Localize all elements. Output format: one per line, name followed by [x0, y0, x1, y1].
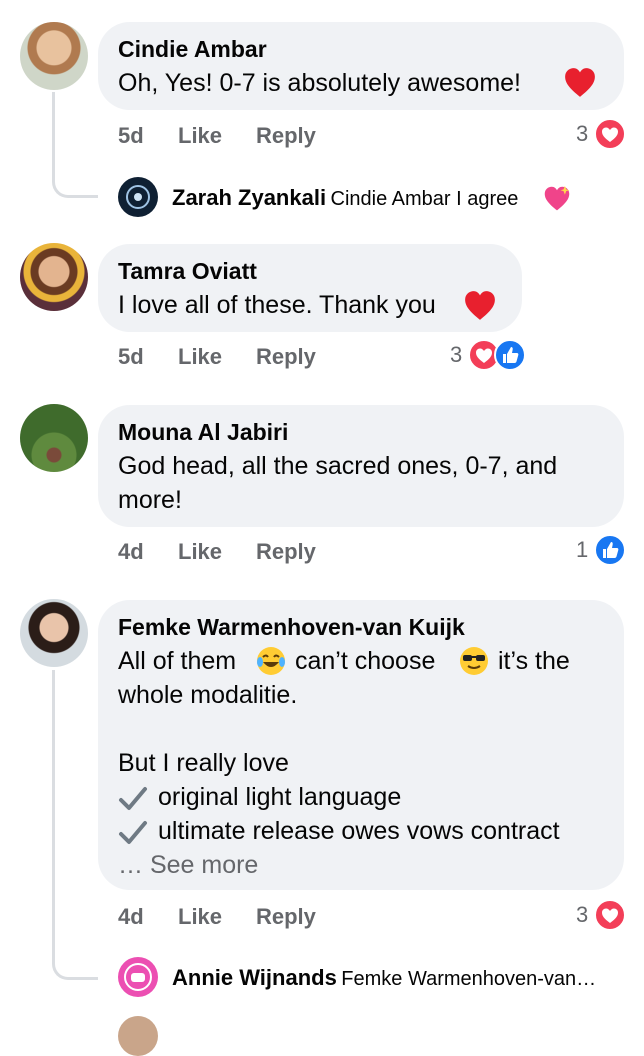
- like-button[interactable]: Like: [178, 344, 222, 370]
- like-reaction-icon[interactable]: [594, 534, 626, 566]
- comment-text: Oh, Yes! 0-7 is absolutely awesome!: [118, 69, 522, 97]
- avatar[interactable]: [20, 243, 88, 311]
- heart-reaction-icon[interactable]: [594, 899, 626, 931]
- comment-author[interactable]: Mouna Al Jabiri: [118, 419, 288, 446]
- comment-text-line-5: ultimate release owes vows contract: [158, 817, 560, 845]
- timestamp: 4d: [118, 539, 144, 564]
- sparkling-heart-emoji: [544, 185, 570, 211]
- comment-author[interactable]: Tamra Oviatt: [118, 258, 257, 285]
- avatar[interactable]: [118, 957, 158, 997]
- timestamp: 5d: [118, 344, 144, 369]
- red-heart-emoji: [465, 291, 495, 320]
- comment-text-line-4: original light language: [158, 783, 402, 811]
- tears-of-joy-emoji: [257, 647, 285, 675]
- reply-text: Cindie Ambar I agree: [330, 188, 519, 210]
- reply-button[interactable]: Reply: [256, 539, 316, 565]
- reaction-count[interactable]: 3: [576, 902, 588, 928]
- thread-line: [52, 92, 98, 198]
- comment-author[interactable]: Cindie Ambar: [118, 36, 267, 63]
- reply-author[interactable]: Annie Wijnands: [172, 965, 337, 990]
- sunglasses-emoji: [460, 647, 488, 675]
- reply-button[interactable]: Reply: [256, 904, 316, 930]
- comment-text-line-2: whole modalitie.: [118, 681, 298, 709]
- check-mark-icon: [119, 787, 147, 810]
- timestamp: 5d: [118, 123, 144, 148]
- reply-button[interactable]: Reply: [256, 123, 316, 149]
- comment-text-line-1b: can’t choose: [295, 647, 436, 675]
- reaction-count[interactable]: 3: [450, 342, 462, 368]
- timestamp: 4d: [118, 904, 144, 929]
- comment-text-line-1a: All of them: [118, 647, 237, 675]
- reply-button[interactable]: Reply: [256, 344, 316, 370]
- check-mark-icon: [119, 821, 147, 844]
- reaction-count[interactable]: 3: [576, 121, 588, 147]
- heart-reaction-icon[interactable]: [594, 118, 626, 150]
- reply-row: Zarah Zyankali Cindie Ambar I agree: [172, 185, 518, 211]
- comment-text-line-3: But I really love: [118, 749, 289, 777]
- avatar[interactable]: [118, 177, 158, 217]
- reply-author[interactable]: Zarah Zyankali: [172, 185, 326, 210]
- comment-text-line-1c: it’s the: [498, 647, 570, 675]
- see-more-link[interactable]: … See more: [118, 848, 258, 882]
- like-button[interactable]: Like: [178, 123, 222, 149]
- comment-text-line-1: God head, all the sacred ones, 0-7, and: [118, 452, 558, 480]
- red-heart-emoji: [565, 68, 595, 97]
- comment-author[interactable]: Femke Warmenhoven-van Kuijk: [118, 614, 465, 641]
- like-button[interactable]: Like: [178, 904, 222, 930]
- comment-text: I love all of these. Thank you: [118, 291, 436, 319]
- comment-text-line-2: more!: [118, 486, 182, 514]
- reply-row: Annie Wijnands Femke Warmenhoven-van…: [172, 965, 596, 991]
- avatar[interactable]: [20, 22, 88, 90]
- avatar[interactable]: [118, 1016, 158, 1056]
- thread-line: [52, 670, 98, 980]
- like-button[interactable]: Like: [178, 539, 222, 565]
- like-reaction-icon[interactable]: [494, 339, 526, 371]
- reaction-count[interactable]: 1: [576, 537, 588, 563]
- avatar[interactable]: [20, 404, 88, 472]
- avatar[interactable]: [20, 599, 88, 667]
- reply-text: Femke Warmenhoven-van…: [341, 968, 597, 990]
